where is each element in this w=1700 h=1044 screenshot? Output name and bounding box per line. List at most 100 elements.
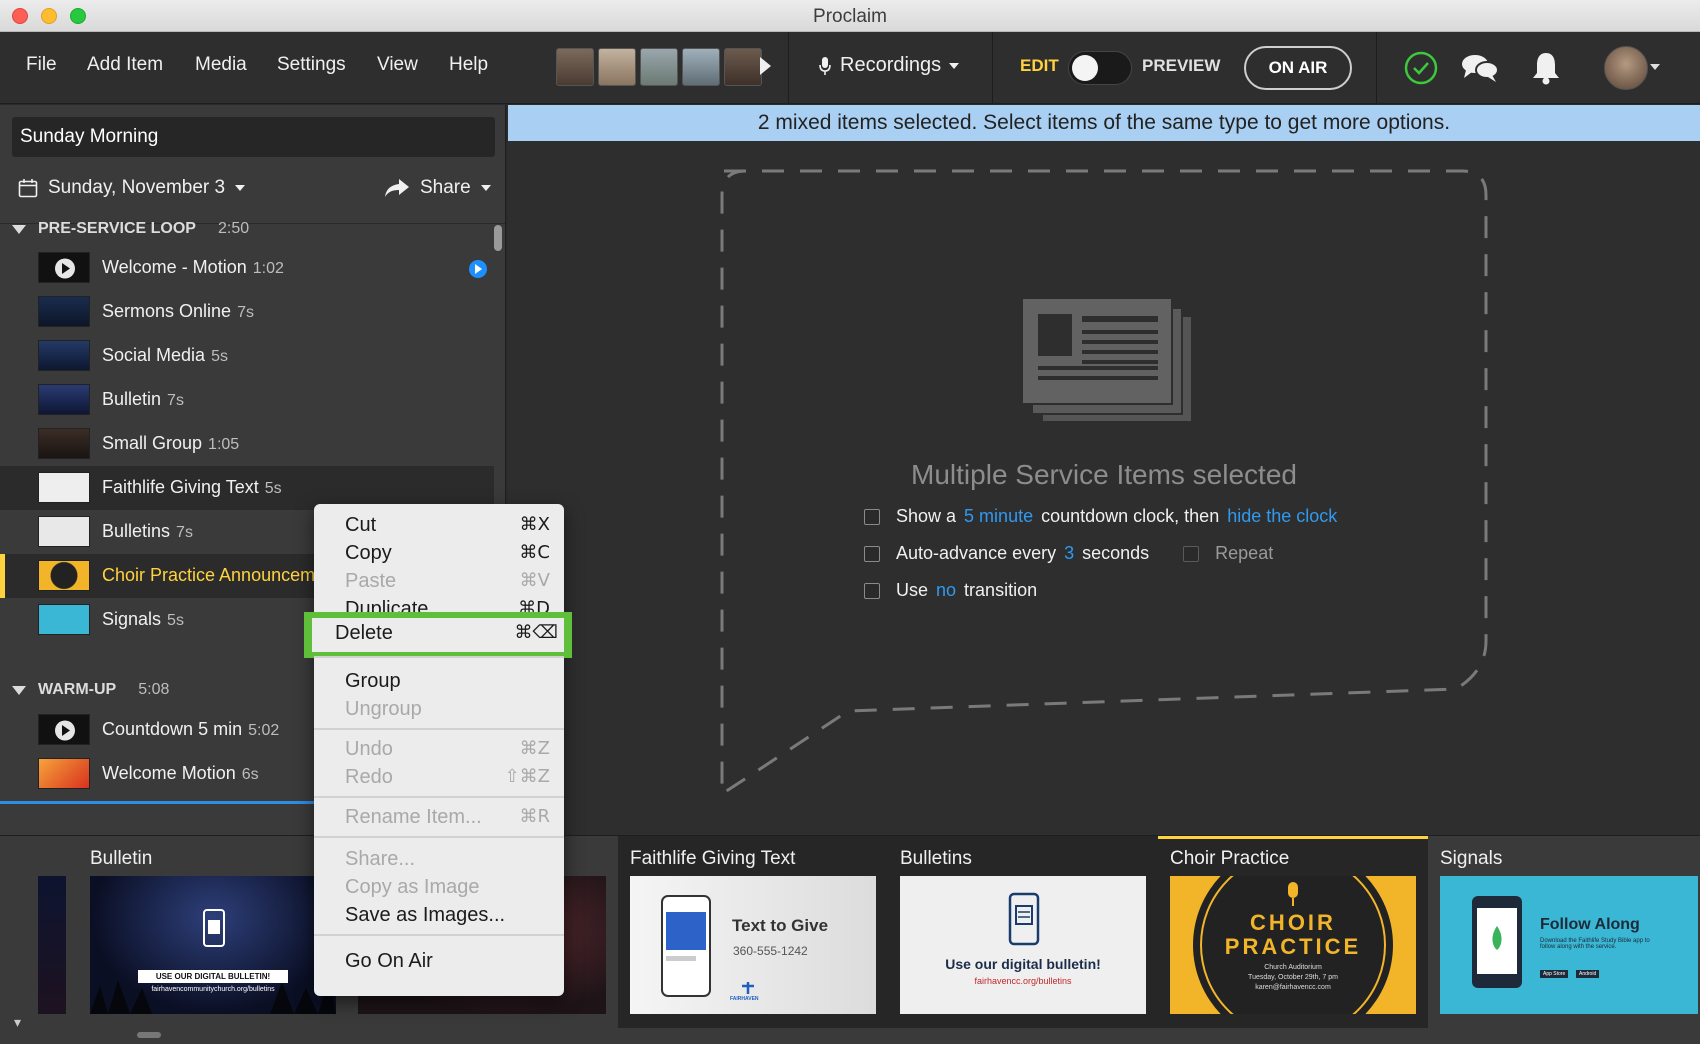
section-duration: 2:50 [217,220,250,237]
slide-title: Bulletin [90,848,153,869]
menu-item-undo[interactable]: Undo ⌘Z [314,736,564,764]
team-member-avatar[interactable] [598,48,636,86]
service-item-row[interactable]: Bulletin 7s [0,378,494,422]
slide-card-choir-practice[interactable]: Choir Practice CHOIR PRACTICE Church Aud… [1158,836,1428,1028]
item-label: Social Media 5s [102,345,228,365]
service-name-field[interactable]: Sunday Morning [12,117,495,157]
expand-arrow-icon[interactable]: ▾ [14,1014,21,1031]
section-header-warm-up[interactable]: WARM-UP 5:08 [12,681,169,699]
menu-item-shortcut: ⌘⌫ [514,622,558,643]
menu-item-go-on-air[interactable]: Go On Air [314,948,564,976]
slide-image: Use our digital bulletin! fairhavencc.or… [900,876,1146,1014]
service-item-row[interactable]: Small Group 1:05 [0,422,494,466]
menu-item-copy[interactable]: Copy ⌘C [314,540,564,568]
section-header-pre-service-loop[interactable]: PRE-SERVICE LOOP 2:50 [12,220,249,238]
slide-card-faithlife-giving-text[interactable]: Faithlife Giving Text Text to Give 360-5… [618,836,888,1028]
selection-info-banner: 2 mixed items selected. Select items of … [508,105,1700,141]
item-label: Bulletins 7s [102,521,193,541]
item-thumbnail [38,472,90,503]
menu-item-redo[interactable]: Redo ⇧⌘Z [314,764,564,792]
slide-subtitle: 360-555-1242 [733,944,808,958]
menu-settings[interactable]: Settings [277,54,346,76]
selection-accent [0,554,5,598]
menu-view[interactable]: View [377,54,418,76]
slide-brand: FAIRHAVEN [730,996,759,1002]
menu-help[interactable]: Help [449,54,488,76]
menu-media[interactable]: Media [195,54,247,76]
on-air-button[interactable]: ON AIR [1244,46,1352,90]
recordings-dropdown[interactable]: Recordings [818,54,960,77]
checkmark-status-icon[interactable] [1404,51,1438,85]
disclosure-triangle-icon[interactable] [12,224,26,234]
countdown-option: Show a 5 minute countdown clock, then hi… [864,506,1337,527]
slide-subtitle: Tuesday, October 29th, 7 pm [1248,974,1338,981]
item-thumbnail [38,428,90,459]
chat-icon[interactable] [1460,52,1500,84]
menu-item-paste[interactable]: Paste ⌘V [314,568,564,596]
more-avatars-arrow-icon[interactable] [760,57,771,75]
transition-type-link[interactable]: no [936,580,956,601]
menu-item-copy-as-image[interactable]: Copy as Image [314,874,564,902]
menu-item-rename[interactable]: Rename Item... ⌘R [314,804,564,832]
menu-item-group[interactable]: Group [314,668,564,696]
user-avatar[interactable] [1604,46,1648,90]
menu-item-share[interactable]: Share... [314,846,564,874]
service-date-dropdown[interactable]: Sunday, November 3 [18,177,246,199]
slide-subtitle: Download the Faithlife Study Bible app t… [1540,938,1650,950]
item-thumbnail [38,604,90,635]
chevron-down-icon[interactable] [1650,64,1660,70]
item-label: Choir Practice Announcem [102,565,316,585]
clock-action-link[interactable]: hide the clock [1227,506,1337,527]
item-thumbnail [38,340,90,371]
app-window: Proclaim File Add Item Media Settings Vi… [0,0,1700,1044]
item-label: Faithlife Giving Text 5s [102,477,282,497]
team-avatars [556,48,762,86]
menu-item-save-as-images[interactable]: Save as Images... [314,902,564,930]
share-dropdown[interactable]: Share [384,177,491,199]
phone-icon [1008,892,1040,946]
transition-checkbox[interactable] [864,582,880,599]
window-title: Proclaim [813,6,887,27]
team-member-avatar[interactable] [640,48,678,86]
section-duration: 5:08 [138,681,170,698]
menu-item-ungroup[interactable]: Ungroup [314,696,564,724]
disclosure-triangle-icon[interactable] [12,685,26,695]
item-thumbnail [38,516,90,547]
menu-item-cut[interactable]: Cut ⌘X [314,512,564,540]
bell-icon[interactable] [1530,50,1562,86]
menu-item-delete[interactable]: Delete ⌘⌫ [312,618,564,652]
title-bar: Proclaim [0,0,1700,32]
scrollbar[interactable] [494,225,502,251]
edit-preview-toggle[interactable] [1068,51,1132,85]
service-item-row[interactable]: Welcome - Motion 1:02 [0,246,494,290]
slide-title: Choir Practice [1170,848,1290,869]
chevron-down-icon [480,185,491,191]
option-text: Use [896,580,929,600]
countdown-duration-link[interactable]: 5 minute [964,506,1033,527]
team-member-avatar[interactable] [682,48,720,86]
slide-subtitle: fairhavencommunitychurch.org/bulletins [151,986,275,993]
slide-card-bulletin[interactable]: Bulletin USE OUR DIGITAL BULLETIN! fairh… [78,836,348,1028]
countdown-checkbox[interactable] [864,508,880,525]
transition-option: Use no transition [864,580,1037,601]
team-member-avatar[interactable] [724,48,762,86]
phone-icon [90,909,336,1014]
service-item-row[interactable]: Sermons Online 7s [0,290,494,334]
menu-file[interactable]: File [26,54,57,76]
auto-advance-checkbox[interactable] [864,545,880,562]
share-arrow-icon [385,179,409,197]
advance-seconds-link[interactable]: 3 [1064,543,1074,564]
slide-headline: CHOIR [1250,910,1336,935]
slide-thumbnail-partial[interactable] [38,876,66,1014]
item-editor-panel: Multiple Service Items selected Show a 5… [508,141,1700,835]
item-thumbnail [38,252,90,283]
slide-card-bulletins[interactable]: Bulletins Use our digital bulletin! fair… [888,836,1158,1028]
slide-card-signals[interactable]: Signals Follow Along Download the Faithl… [1428,836,1700,1028]
calendar-icon [18,179,38,198]
repeat-checkbox[interactable] [1183,545,1200,562]
strip-scroll-handle[interactable] [137,1032,161,1038]
menu-add-item[interactable]: Add Item [87,54,163,76]
team-member-avatar[interactable] [556,48,594,86]
service-item-row[interactable]: Social Media 5s [0,334,494,378]
service-date-label: Sunday, November 3 [48,177,226,198]
